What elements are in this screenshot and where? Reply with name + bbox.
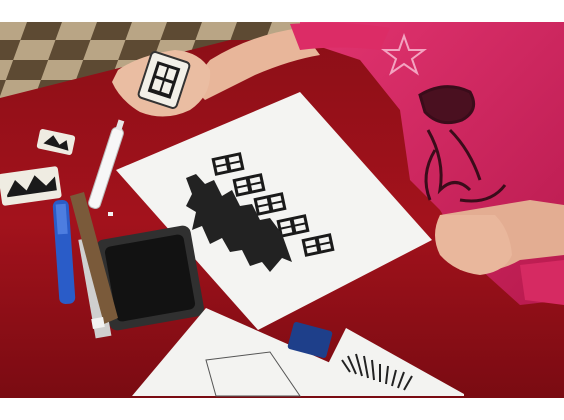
paper-scrap-small xyxy=(108,212,113,216)
paper-scrap xyxy=(91,317,105,329)
photo-frame xyxy=(0,0,564,420)
top-border xyxy=(0,0,564,22)
left-sleeve xyxy=(290,22,390,50)
bottom-border xyxy=(0,398,564,420)
stamping-photo xyxy=(0,0,564,420)
pink-fabric xyxy=(520,260,564,305)
